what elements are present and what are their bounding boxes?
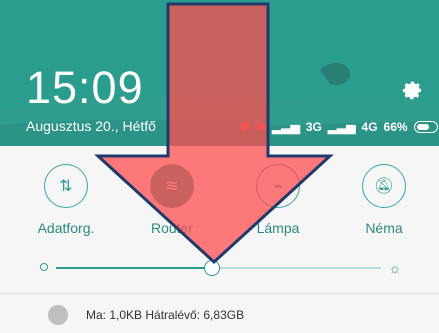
toggle-silent[interactable]: 🔕︎ Néma [334, 164, 434, 236]
toggle-router-label: Router [150, 220, 194, 236]
bell-off-icon: 🔕︎ [362, 164, 406, 208]
toggle-router[interactable]: ≋ Router [122, 164, 222, 236]
flashlight-icon: ⌁ [256, 164, 300, 208]
toggle-flashlight-label: Lámpa [256, 220, 300, 236]
data-usage-text: Ma: 1,0KB Hátralévő: 6,83GB [86, 308, 245, 322]
signal-icon-2: ▂▃▅ [327, 120, 356, 134]
panel-divider [0, 293, 439, 294]
brightness-thumb[interactable] [204, 260, 220, 276]
brightness-high-icon: ☼ [388, 260, 402, 276]
wifi-icon: ≋ [256, 120, 267, 134]
toggle-flashlight[interactable]: ⌁ Lámpa [228, 164, 328, 236]
toggle-data-label: Adatforg. [37, 220, 95, 236]
date-text: Augusztus 20., Hétfő [26, 118, 156, 134]
battery-icon [413, 121, 438, 133]
brightness-low-icon [40, 263, 48, 271]
network-label-3g: 3G [305, 120, 322, 134]
quick-settings-panel: ⇅ Adatforg. ≋ Router ⌁ Lámpa 🔕︎ Néma ☼ M… [0, 146, 439, 333]
brightness-fill [56, 267, 214, 269]
data-usage-row: Ma: 1,0KB Hátralévő: 6,83GB [48, 304, 244, 326]
clock-time: 15:09 [26, 62, 144, 113]
bluetooth-icon: ✱ [240, 120, 251, 134]
wifi-router-icon: ≋ [150, 164, 194, 208]
toggle-data[interactable]: ⇅ Adatforg. [16, 164, 116, 236]
brightness-slider[interactable]: ☼ [40, 258, 405, 278]
toggle-silent-label: Néma [365, 220, 403, 236]
data-usage-dot [48, 305, 68, 325]
notification-header: 15:09 Augusztus 20., Hétfő ✱ ≋ ▂▃▅ 3G ▂▃… [0, 0, 439, 146]
status-bar: ✱ ≋ ▂▃▅ 3G ▂▃▅ 4G 66% [240, 119, 438, 135]
battery-percent: 66% [383, 120, 408, 134]
signal-icon-1: ▂▃▅ [272, 120, 300, 134]
gear-icon[interactable] [400, 78, 424, 102]
network-label-4g: 4G [361, 120, 378, 134]
data-transfer-icon: ⇅ [44, 164, 88, 208]
